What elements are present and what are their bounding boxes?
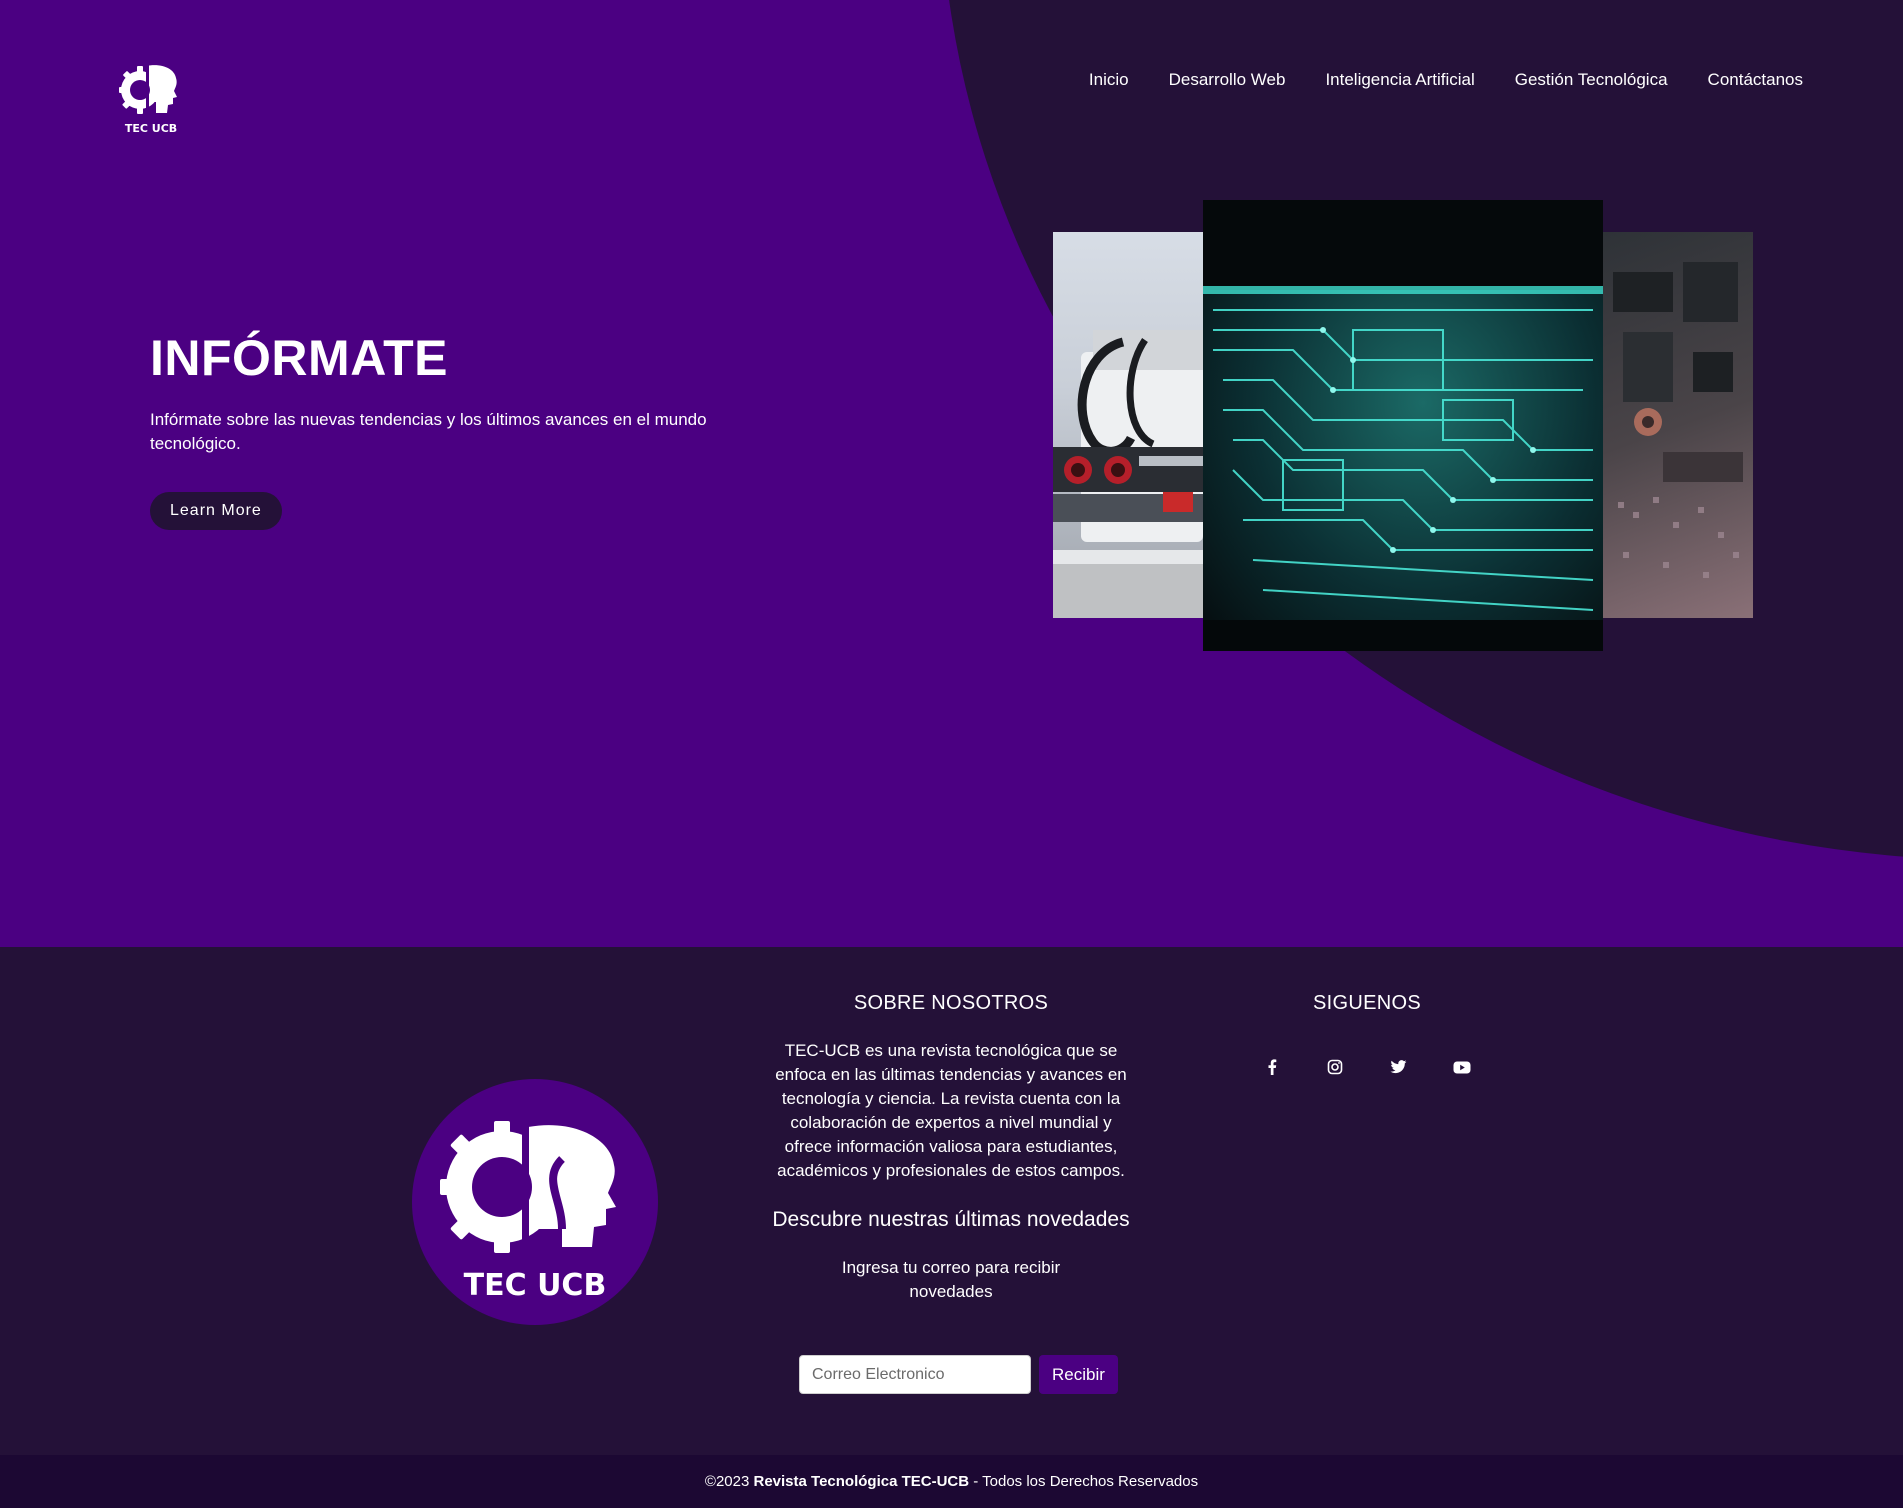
instagram-icon[interactable] — [1325, 1057, 1345, 1077]
learn-more-button[interactable]: Learn More — [150, 492, 282, 530]
about-title: SOBRE NOSOTROS — [853, 992, 1049, 1014]
copyright-suffix: - Todos los Derechos Reservados — [969, 1473, 1199, 1490]
social-icons — [1262, 1057, 1472, 1077]
newsletter-text: Ingresa tu correo para recibir novedades — [841, 1258, 1061, 1301]
main-nav: Inicio Desarrollo Web Inteligencia Artif… — [1089, 70, 1803, 90]
nav-item-inteligencia-artificial[interactable]: Inteligencia Artificial — [1325, 70, 1474, 90]
social-title: SIGUENOS — [1313, 992, 1421, 1014]
nav-item-desarrollo-web[interactable]: Desarrollo Web — [1169, 70, 1286, 90]
robot-photo[interactable] — [1053, 232, 1203, 618]
site-logo[interactable]: TEC UCB — [116, 58, 186, 136]
gear-head-logo-icon: TEC UCB — [440, 1119, 616, 1303]
about-column: SOBRE NOSOTROS TEC-UCB es una revista te… — [766, 992, 1136, 1304]
social-column: SIGUENOS — [1262, 992, 1472, 1077]
copyright-prefix: ©2023 — [704, 1473, 754, 1490]
twitter-icon[interactable] — [1389, 1057, 1409, 1077]
circuit-board-photo[interactable] — [1203, 200, 1603, 651]
nav-item-inicio[interactable]: Inicio — [1089, 70, 1129, 90]
facebook-icon[interactable] — [1262, 1057, 1282, 1077]
gear-head-logo-icon: TEC UCB — [119, 64, 177, 135]
nav-item-gestion-tecnologica[interactable]: Gestión Tecnológica — [1515, 70, 1668, 90]
nav-item-contactanos[interactable]: Contáctanos — [1708, 70, 1803, 90]
subscribe-form: Recibir — [799, 1355, 1118, 1394]
robot-illustration — [1053, 330, 1203, 618]
email-input[interactable] — [799, 1355, 1031, 1394]
footer-logo-text: TEC UCB — [464, 1268, 607, 1303]
hero-title: INFÓRMATE — [150, 330, 448, 386]
logo-text: TEC UCB — [125, 122, 177, 135]
copyright-bar: ©2023 Revista Tecnológica TEC-UCB - Todo… — [0, 1455, 1903, 1508]
footer-logo: TEC UCB — [412, 1079, 658, 1325]
newsletter-title: Descubre nuestras últimas novedades — [772, 1208, 1130, 1231]
hero-section: TEC UCB Inicio Desarrollo Web Inteligenc… — [0, 0, 1903, 947]
circuit-illustration — [1203, 200, 1603, 651]
youtube-icon[interactable] — [1452, 1057, 1472, 1077]
hero-content: INFÓRMATE Infórmate sobre las nuevas ten… — [150, 328, 790, 530]
about-text: TEC-UCB es una revista tecnológica que s… — [775, 1041, 1127, 1180]
copyright-brand: Revista Tecnológica TEC-UCB — [753, 1473, 970, 1490]
footer: TEC UCB SOBRE NOSOTROS TEC-UCB es una re… — [0, 947, 1903, 1455]
motherboard-illustration — [1613, 262, 1743, 578]
hero-description: Infórmate sobre las nuevas tendencias y … — [150, 410, 707, 453]
subscribe-button[interactable]: Recibir — [1039, 1355, 1118, 1394]
motherboard-photo[interactable] — [1603, 232, 1753, 618]
